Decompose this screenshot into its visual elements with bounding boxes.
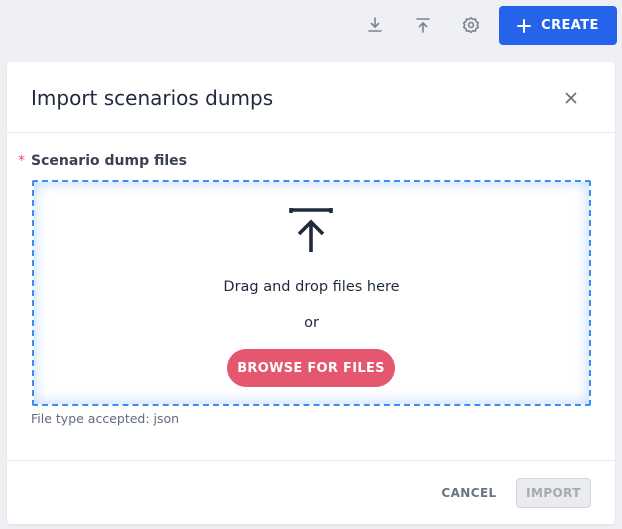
upload-icon[interactable] — [412, 14, 434, 36]
dialog-footer: CANCEL IMPORT — [7, 460, 615, 524]
plus-icon — [517, 18, 532, 33]
import-button[interactable]: IMPORT — [516, 478, 591, 508]
dialog-header: Import scenarios dumps — [7, 62, 615, 133]
dialog-title: Import scenarios dumps — [31, 86, 274, 110]
or-text: or — [304, 315, 319, 331]
browse-files-button[interactable]: BROWSE FOR FILES — [227, 349, 395, 387]
top-toolbar: CREATE — [0, 0, 622, 50]
import-dialog: Import scenarios dumps * Scenario dump fi… — [7, 62, 615, 524]
create-label: CREATE — [541, 18, 599, 33]
create-button[interactable]: CREATE — [499, 6, 617, 45]
settings-icon[interactable] — [460, 14, 482, 36]
close-icon — [565, 92, 577, 104]
file-type-hint: File type accepted: json — [31, 411, 180, 426]
upload-arrow-icon — [289, 208, 333, 252]
file-dropzone[interactable]: Drag and drop files here or BROWSE FOR F… — [32, 180, 591, 406]
drag-drop-text: Drag and drop files here — [223, 279, 400, 295]
field-label-text: Scenario dump files — [31, 153, 187, 169]
close-button[interactable] — [562, 89, 580, 107]
field-label: * Scenario dump files — [18, 152, 187, 170]
required-marker: * — [18, 153, 25, 169]
download-icon[interactable] — [364, 14, 386, 36]
cancel-button[interactable]: CANCEL — [431, 483, 507, 503]
